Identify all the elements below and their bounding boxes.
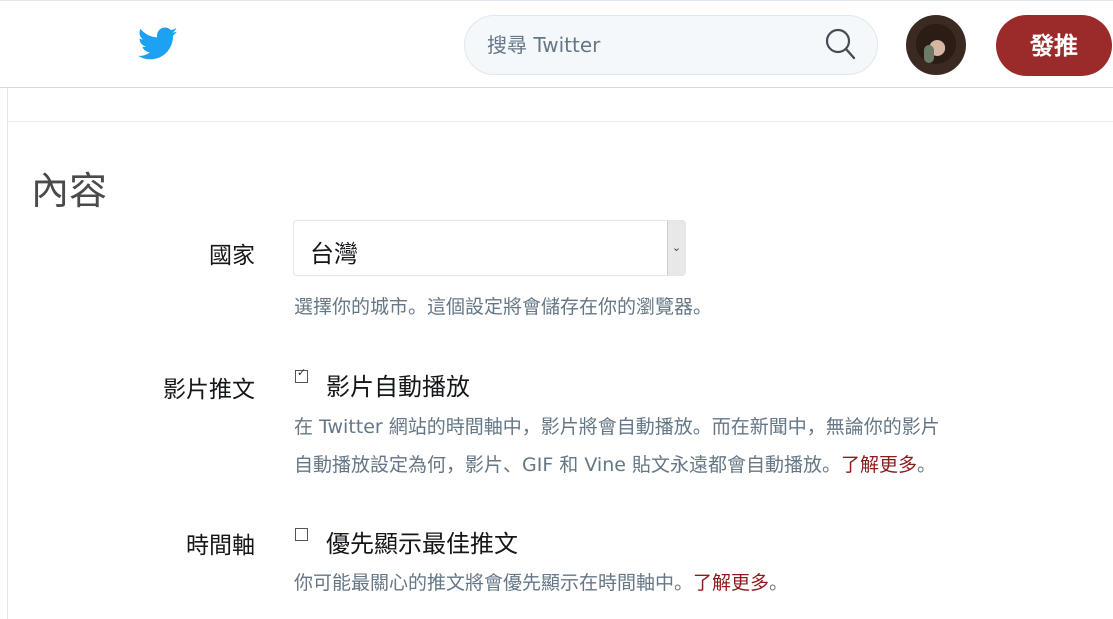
best-tweets-checkbox-label[interactable]: 優先顯示最佳推文 [326, 524, 518, 559]
timeline-help-end: 。 [769, 572, 789, 594]
country-label: 國家 [209, 243, 255, 269]
settings-content-card: 內容 國家 台灣 ⌄ 選擇你的城市。這個設定將會儲存在你的瀏覽器。 影片推文 影… [7, 88, 1113, 619]
learn-more-link[interactable]: 了解更多 [693, 572, 769, 594]
country-select[interactable]: 台灣 ⌄ [293, 220, 686, 276]
autoplay-help-end: 。 [916, 454, 936, 476]
avatar[interactable] [906, 15, 966, 75]
autoplay-checkbox[interactable] [295, 366, 308, 383]
search-box[interactable] [464, 15, 878, 75]
video-label: 影片推文 [163, 377, 255, 403]
best-tweets-checkbox[interactable] [295, 528, 308, 541]
timeline-help: 你可能最關心的推文將會優先顯示在時間軸中。 [294, 572, 694, 594]
chevron-down-icon[interactable]: ⌄ [667, 221, 685, 275]
timeline-help-text: 你可能最關心的推文將會優先顯示在時間軸中。了解更多。 [294, 564, 788, 602]
timeline-label: 時間軸 [186, 533, 255, 559]
tweet-button[interactable]: 發推 [996, 15, 1112, 76]
autoplay-checkbox-label[interactable]: 影片自動播放 [326, 367, 470, 402]
twitter-bird-icon[interactable] [138, 27, 178, 61]
learn-more-link[interactable]: 了解更多 [841, 454, 917, 476]
divider [8, 121, 1113, 122]
top-navigation-bar: 發推 [0, 0, 1113, 88]
autoplay-help-text: 自動播放設定為何，影片、GIF 和 Vine 貼文永遠都會自動播放。 [294, 454, 841, 476]
section-title: 內容 [31, 169, 108, 213]
search-icon[interactable] [824, 27, 856, 61]
country-help-text: 選擇你的城市。這個設定將會儲存在你的瀏覽器。 [294, 296, 713, 318]
search-input[interactable] [487, 16, 817, 74]
country-select-value: 台灣 [310, 240, 358, 268]
autoplay-help-line2: 自動播放設定為何，影片、GIF 和 Vine 貼文永遠都會自動播放。了解更多。 [294, 446, 936, 484]
autoplay-help-line1: 在 Twitter 網站的時間軸中，影片將會自動播放。而在新聞中，無論你的影片 [294, 416, 940, 438]
